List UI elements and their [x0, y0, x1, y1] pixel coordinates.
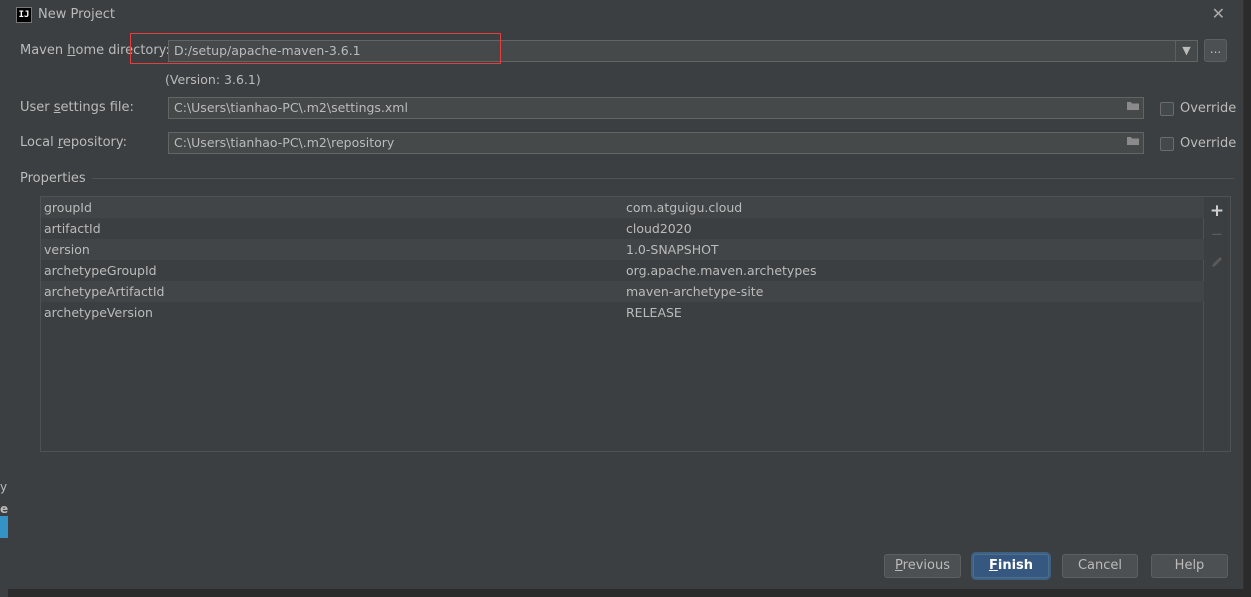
table-row[interactable]: artifactId cloud2020	[41, 218, 1204, 239]
browse-maven-home-button[interactable]: ...	[1204, 39, 1227, 62]
dialog-title: New Project	[38, 7, 115, 22]
override-settings-label: Override	[1180, 101, 1237, 116]
property-value: com.atguigu.cloud	[626, 200, 743, 215]
table-row[interactable]: version 1.0-SNAPSHOT	[41, 239, 1204, 260]
property-key: archetypeGroupId	[44, 263, 157, 278]
previous-button[interactable]: Previous	[884, 554, 961, 578]
override-settings-checkbox[interactable]	[1160, 102, 1174, 116]
title-bar: IJ New Project ✕	[8, 0, 1243, 30]
intellij-app-icon: IJ	[16, 7, 32, 23]
finish-button[interactable]: Finish	[973, 554, 1049, 578]
maven-home-value: D:/setup/apache-maven-3.6.1	[174, 43, 361, 58]
close-icon[interactable]: ✕	[1212, 4, 1225, 23]
folder-icon[interactable]	[1122, 98, 1143, 118]
maven-version-text: (Version: 3.6.1)	[165, 72, 261, 87]
maven-home-label: Maven home directory:	[20, 43, 170, 58]
new-project-dialog: IJ New Project ✕ Maven home directory: D…	[8, 0, 1244, 589]
property-key: archetypeVersion	[44, 305, 153, 320]
edit-icon[interactable]	[1204, 255, 1230, 273]
property-value: 1.0-SNAPSHOT	[626, 242, 719, 257]
property-key: artifactId	[44, 221, 101, 236]
local-repository-field[interactable]: C:\Users\tianhao-PC\.m2\repository	[168, 132, 1144, 154]
property-value: maven-archetype-site	[626, 284, 764, 299]
help-button[interactable]: Help	[1151, 554, 1228, 578]
override-repository-checkbox[interactable]	[1160, 137, 1174, 151]
properties-toolbar: + −	[1204, 196, 1231, 452]
property-value: RELEASE	[626, 305, 682, 320]
property-key: archetypeArtifactId	[44, 284, 165, 299]
cancel-button[interactable]: Cancel	[1062, 554, 1138, 578]
maven-home-combobox[interactable]: D:/setup/apache-maven-3.6.1 ▼	[168, 40, 1198, 62]
table-row[interactable]: groupId com.atguigu.cloud	[41, 197, 1204, 218]
table-row[interactable]: archetypeVersion RELEASE	[41, 302, 1204, 323]
local-repository-value: C:\Users\tianhao-PC\.m2\repository	[174, 135, 395, 150]
properties-title: Properties	[20, 171, 86, 186]
user-settings-value: C:\Users\tianhao-PC\.m2\settings.xml	[174, 100, 408, 115]
property-key: version	[44, 242, 90, 257]
folder-icon[interactable]	[1122, 133, 1143, 153]
add-icon[interactable]: +	[1204, 201, 1230, 221]
table-row[interactable]: archetypeArtifactId maven-archetype-site	[41, 281, 1204, 302]
chevron-down-icon[interactable]: ▼	[1175, 41, 1197, 61]
property-key: groupId	[44, 200, 92, 215]
table-row[interactable]: archetypeGroupId org.apache.maven.archet…	[41, 260, 1204, 281]
user-settings-field[interactable]: C:\Users\tianhao-PC\.m2\settings.xml	[168, 97, 1144, 119]
properties-table[interactable]: groupId com.atguigu.cloud artifactId clo…	[40, 196, 1204, 452]
local-repository-label: Local repository:	[20, 135, 128, 150]
remove-icon[interactable]: −	[1204, 225, 1230, 243]
backdrop-selection-strip	[0, 516, 8, 538]
property-value: org.apache.maven.archetypes	[626, 263, 817, 278]
user-settings-label: User settings file:	[20, 100, 134, 115]
property-value: cloud2020	[626, 221, 692, 236]
override-repository-label: Override	[1180, 136, 1237, 151]
properties-separator	[92, 178, 1234, 179]
